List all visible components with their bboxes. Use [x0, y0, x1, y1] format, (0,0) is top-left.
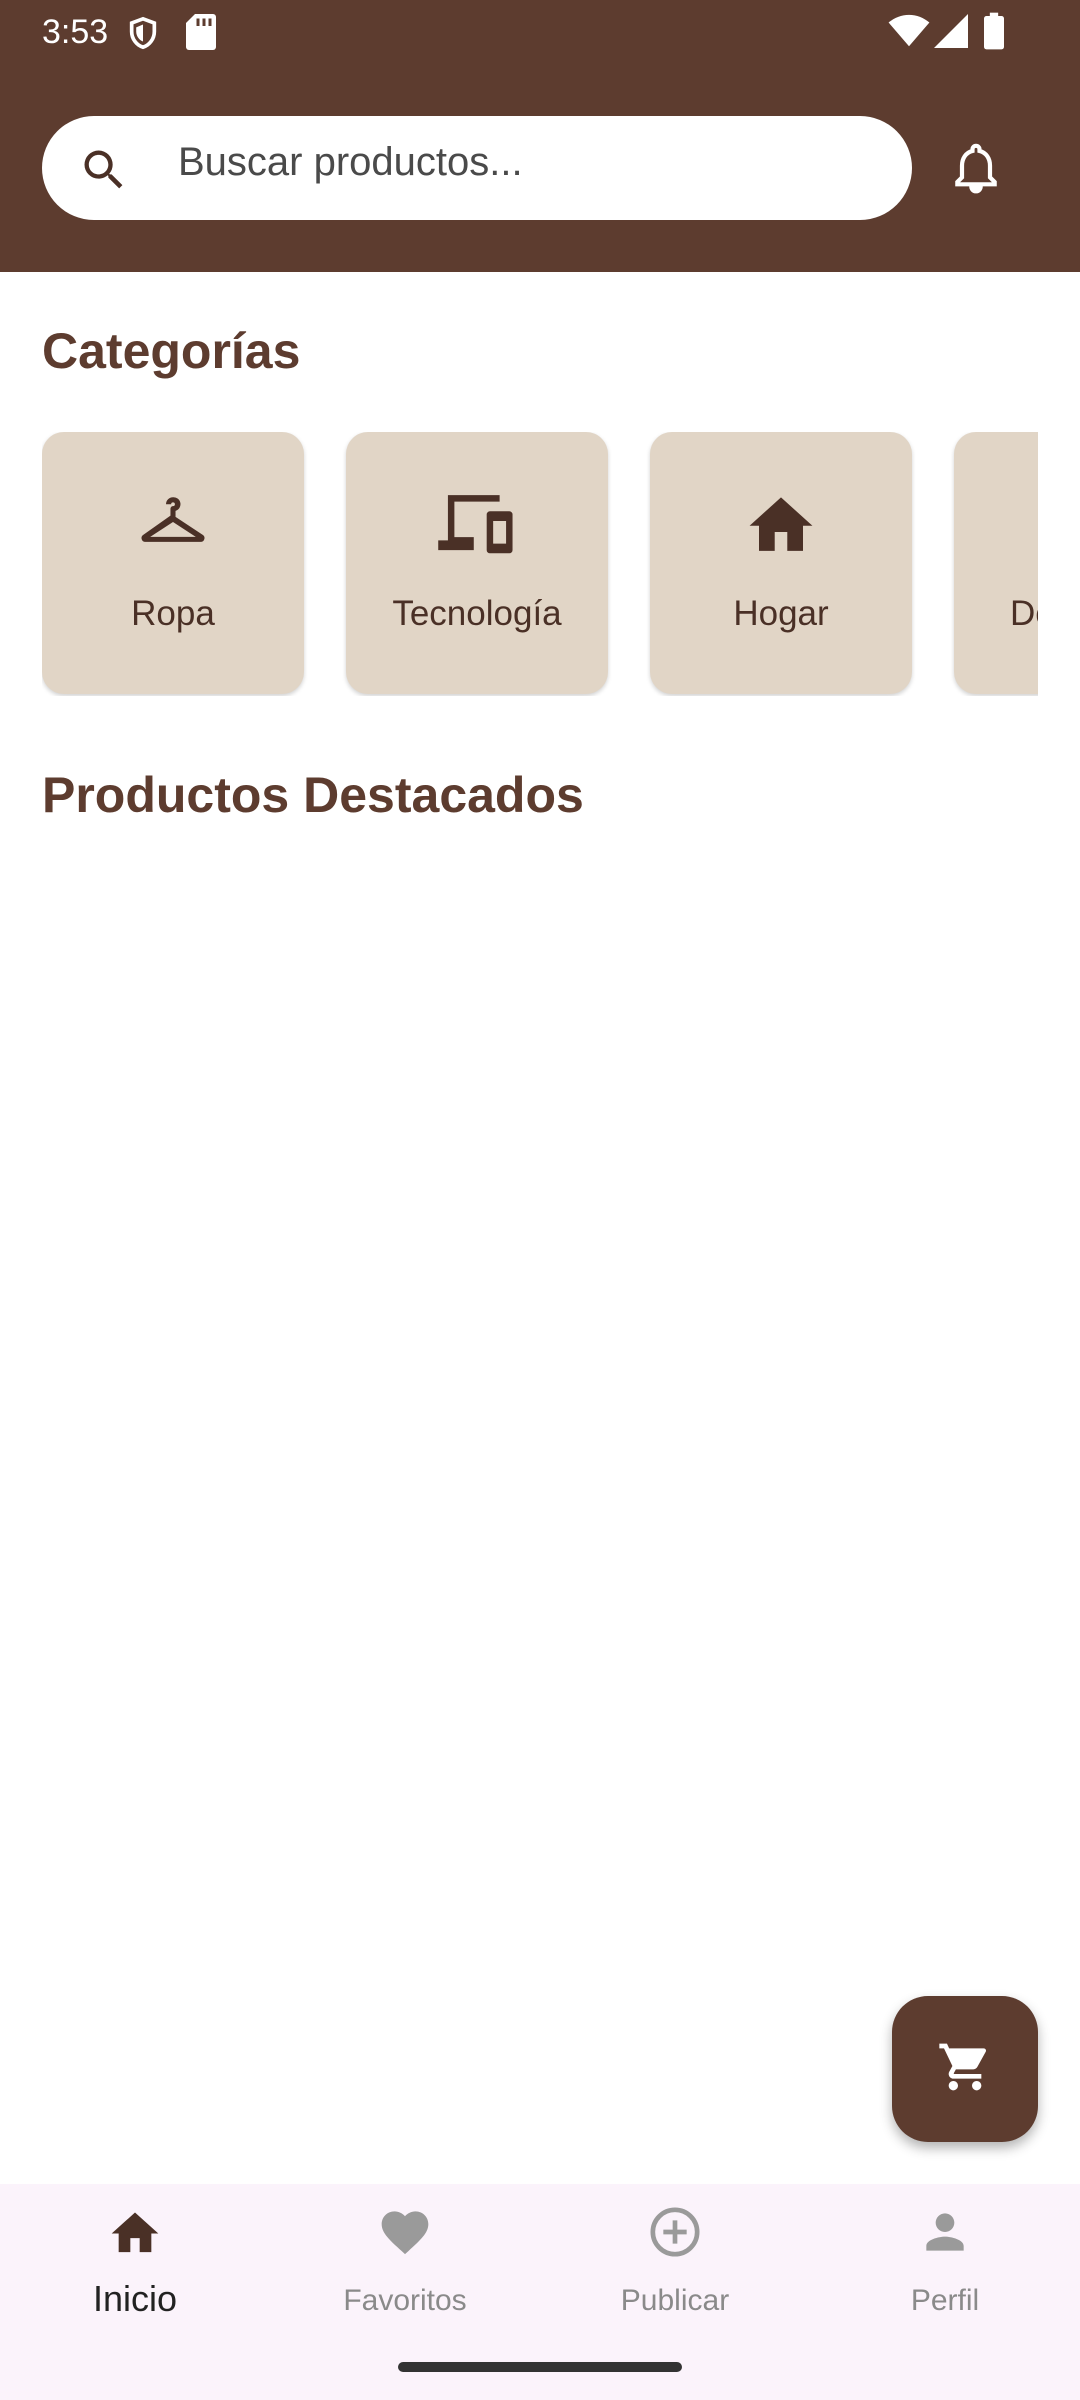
- nav-item-publicar[interactable]: Publicar: [540, 2184, 810, 2364]
- search-input[interactable]: [178, 116, 878, 220]
- signal-icon: [934, 14, 968, 48]
- category-card-partial[interactable]: De: [954, 432, 1038, 694]
- category-card-hogar[interactable]: Hogar: [650, 432, 912, 694]
- nav-label: Inicio: [92, 2278, 178, 2319]
- category-label: Ropa: [131, 594, 215, 633]
- devices-icon: [346, 488, 608, 558]
- category-card-tecnologia[interactable]: Tecnología: [346, 432, 608, 694]
- home-icon: [650, 488, 912, 558]
- featured-title: Productos Destacados: [42, 767, 584, 823]
- nav-label: Publicar: [620, 2284, 730, 2317]
- person-icon: [810, 2204, 1080, 2260]
- search-bar[interactable]: [42, 116, 912, 220]
- status-time: 3:53: [42, 13, 109, 51]
- nav-item-perfil[interactable]: Perfil: [810, 2184, 1080, 2364]
- cart-icon: [937, 2039, 993, 2100]
- notifications-bell-icon[interactable]: [948, 138, 1004, 198]
- category-label: Tecnología: [392, 594, 562, 633]
- nav-label: Favoritos: [343, 2284, 467, 2317]
- nav-label: Perfil: [910, 2284, 980, 2317]
- category-card-ropa[interactable]: Ropa: [42, 432, 304, 694]
- search-icon: [78, 144, 130, 196]
- home-icon: [0, 2204, 270, 2260]
- category-label: Hogar: [733, 594, 829, 633]
- add-circle-icon: [540, 2204, 810, 2260]
- sd-card-icon: [186, 14, 216, 50]
- heart-icon: [270, 2204, 540, 2260]
- hanger-icon: [42, 488, 304, 558]
- wifi-icon: [888, 14, 930, 48]
- cart-button[interactable]: [892, 1996, 1038, 2142]
- shield-icon: [126, 14, 160, 52]
- categories-title: Categorías: [42, 323, 301, 379]
- home-indicator[interactable]: [398, 2362, 682, 2372]
- battery-icon: [984, 12, 1004, 50]
- categories-carousel[interactable]: Ropa Tecnología Hogar De: [42, 432, 1038, 696]
- app-header: 3:53: [0, 0, 1080, 272]
- nav-item-favoritos[interactable]: Favoritos: [270, 2184, 540, 2364]
- category-label: De: [1010, 594, 1038, 633]
- nav-item-inicio[interactable]: Inicio: [0, 2184, 270, 2364]
